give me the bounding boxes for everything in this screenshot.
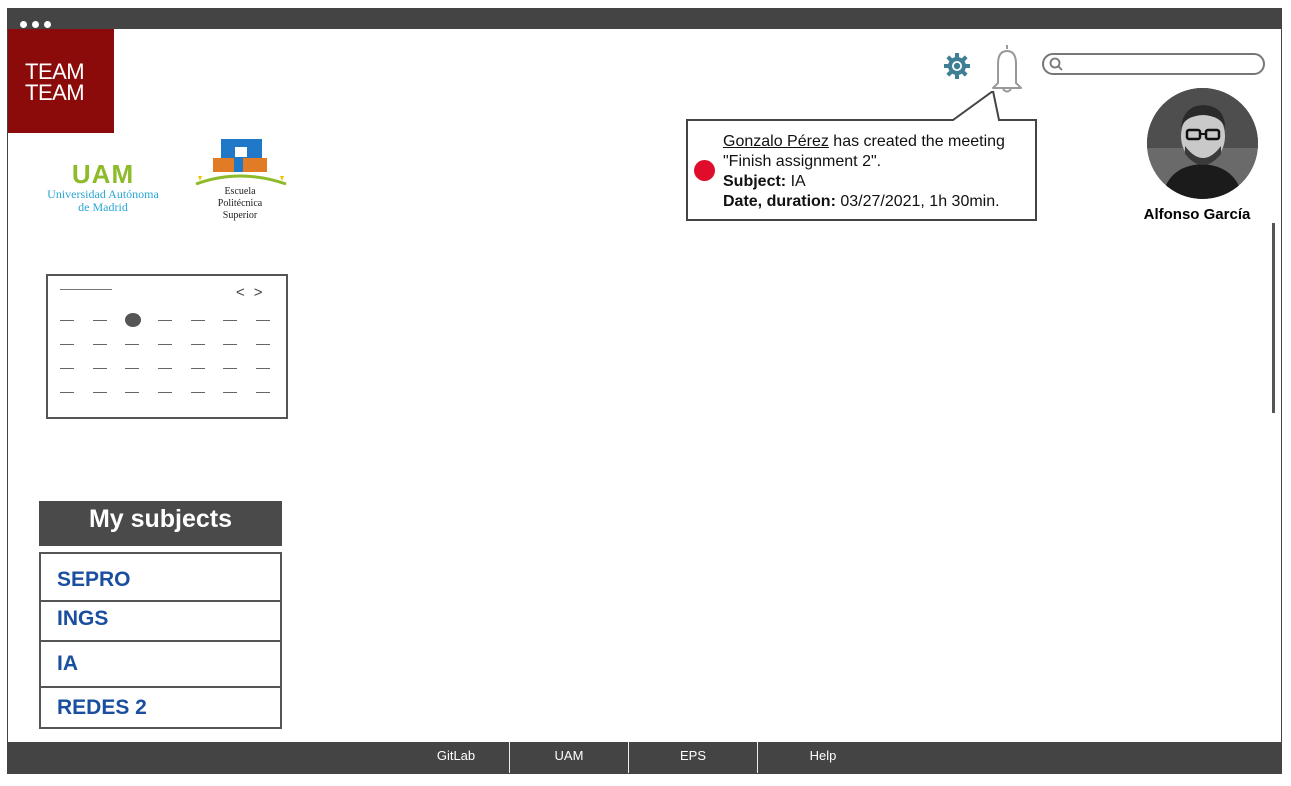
search-bar[interactable] (1042, 53, 1265, 75)
calendar-day[interactable] (60, 392, 74, 393)
calendar-day[interactable] (158, 368, 172, 369)
calendar-day[interactable] (158, 320, 172, 321)
calendar-next-button[interactable]: > (254, 284, 263, 301)
team-logo-line2: TEAM (25, 80, 85, 105)
subject-item-ia[interactable]: IA (41, 640, 280, 686)
date-label: Date, duration: (723, 193, 836, 210)
window-dot[interactable] (32, 21, 39, 28)
search-input[interactable] (1068, 56, 1260, 74)
eps-logo-building-icon (195, 139, 287, 186)
calendar-day[interactable] (223, 320, 237, 321)
uam-logo-mark: UAM (71, 159, 135, 189)
avatar[interactable] (1147, 88, 1258, 199)
calendar-day[interactable] (223, 392, 237, 393)
calendar-day[interactable] (256, 368, 270, 369)
calendar-nav: < > (236, 284, 272, 302)
calendar-day[interactable] (158, 344, 172, 345)
notification-summary: Gonzalo Pérez has created the meeting "F… (723, 132, 1043, 172)
calendar-day[interactable] (93, 320, 107, 321)
window-titlebar (8, 8, 1281, 29)
subject-item-sepro[interactable]: SEPRO (41, 554, 280, 600)
window-dot[interactable] (44, 21, 51, 28)
date-value: 03/27/2021, 1h 30min. (835, 193, 1000, 210)
calendar-day[interactable] (60, 368, 74, 369)
calendar-prev-button[interactable]: < (236, 284, 245, 301)
uam-logo: UAM Universidad Autónoma de Madrid (36, 160, 170, 214)
calendar-day[interactable] (191, 368, 205, 369)
calendar-month-label (60, 289, 112, 290)
subject-item-redes2[interactable]: REDES 2 (41, 686, 280, 727)
subjects-list: SEPRO INGS IA REDES 2 (39, 552, 282, 729)
eps-logo-name: Escuela Politécnica Superior (190, 186, 290, 222)
window-dot[interactable] (20, 21, 27, 28)
calendar-day[interactable] (256, 392, 270, 393)
calendar-day[interactable] (223, 368, 237, 369)
user-photo (1147, 88, 1258, 199)
notification-subject: Subject: IA (723, 172, 1043, 192)
calendar-day[interactable] (125, 392, 139, 393)
calendar-day[interactable] (125, 368, 139, 369)
scrollbar[interactable] (1272, 223, 1275, 413)
calendar-day[interactable] (256, 320, 270, 321)
footer-link-gitlab[interactable]: GitLab (403, 742, 509, 773)
app-window: TEAM TEAM UAM Universidad Autónoma de Ma… (7, 8, 1282, 774)
notification-author-link[interactable]: Gonzalo Pérez (723, 133, 829, 150)
team-logo-line1: TEAM (25, 59, 85, 84)
footer-link-help[interactable]: Help (757, 742, 888, 773)
footer: GitLab UAM EPS Help (8, 742, 1281, 774)
subjects-title: My subjects (39, 501, 282, 546)
mini-calendar: < > (46, 274, 288, 419)
calendar-day[interactable] (60, 320, 74, 321)
unread-indicator (694, 160, 715, 181)
search-icon (1049, 57, 1063, 71)
notification-date: Date, duration: 03/27/2021, 1h 30min. (723, 192, 1043, 212)
calendar-day[interactable] (125, 344, 139, 345)
calendar-day-selected[interactable] (125, 313, 141, 327)
calendar-day[interactable] (191, 344, 205, 345)
bell-icon[interactable] (987, 43, 1027, 95)
calendar-day[interactable] (93, 344, 107, 345)
calendar-day[interactable] (191, 392, 205, 393)
eps-logo-line1: Escuela (224, 186, 256, 197)
subject-value: IA (786, 173, 806, 190)
calendar-day[interactable] (93, 368, 107, 369)
calendar-day[interactable] (60, 344, 74, 345)
user-name: Alfonso García (1143, 206, 1251, 223)
eps-logo-line2: Politécnica (217, 198, 263, 209)
calendar-day[interactable] (191, 320, 205, 321)
calendar-day[interactable] (93, 392, 107, 393)
footer-link-eps[interactable]: EPS (628, 742, 757, 773)
footer-link-uam[interactable]: UAM (509, 742, 628, 773)
subject-item-ings[interactable]: INGS (41, 600, 280, 640)
calendar-day[interactable] (256, 344, 270, 345)
calendar-day[interactable] (158, 392, 172, 393)
team-logo[interactable]: TEAM TEAM (8, 29, 114, 133)
notification-message: Gonzalo Pérez has created the meeting "F… (723, 132, 1043, 212)
eps-logo: Escuela Politécnica Superior (190, 138, 290, 233)
footer-links: GitLab UAM EPS Help (403, 742, 888, 773)
calendar-day[interactable] (223, 344, 237, 345)
subject-label: Subject: (723, 173, 787, 190)
gear-icon[interactable] (943, 52, 971, 80)
eps-logo-line3: Superior (222, 210, 258, 221)
uam-logo-name-2: de Madrid (78, 200, 128, 214)
